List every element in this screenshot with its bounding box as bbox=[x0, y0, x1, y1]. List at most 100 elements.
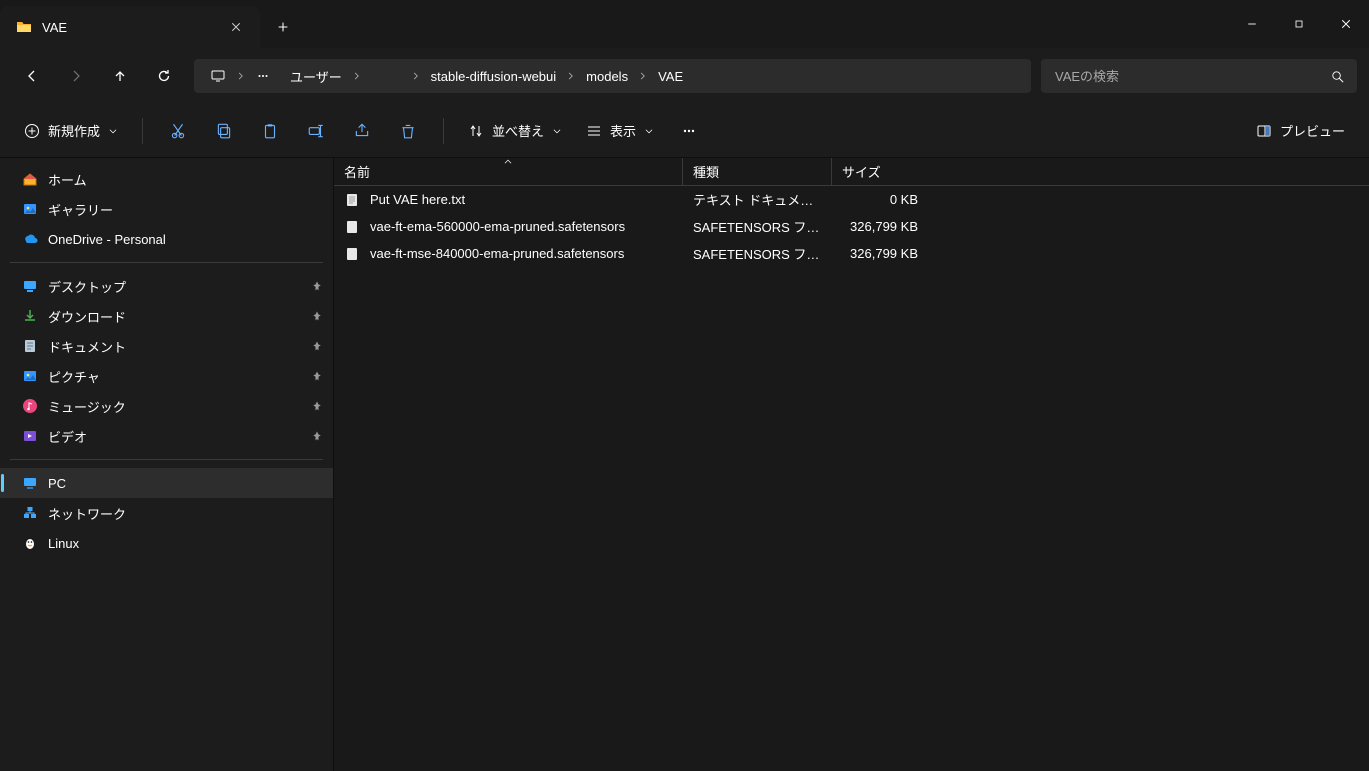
breadcrumb-label bbox=[372, 69, 401, 84]
file-type: SAFETENSORS ファ... bbox=[683, 244, 832, 263]
breadcrumb-segment[interactable]: VAE bbox=[648, 59, 693, 93]
view-label: 表示 bbox=[610, 121, 636, 140]
view-button[interactable]: 表示 bbox=[576, 112, 664, 150]
sidebar-item-home[interactable]: ホーム bbox=[0, 164, 333, 194]
toolbar: 新規作成 並べ替え 表示 プレビュー bbox=[0, 104, 1369, 158]
sidebar-item-gallery[interactable]: ピクチャ bbox=[0, 361, 333, 391]
preview-icon bbox=[1256, 123, 1272, 139]
cut-button[interactable] bbox=[157, 112, 199, 150]
paste-button[interactable] bbox=[249, 112, 291, 150]
column-header-name[interactable]: 名前 bbox=[334, 158, 683, 185]
cut-icon bbox=[169, 122, 187, 140]
pin-icon bbox=[311, 280, 323, 292]
back-icon bbox=[24, 68, 40, 84]
nav-row: ユーザー stable-diffusion-webui models VAE bbox=[0, 48, 1369, 104]
breadcrumb-segment[interactable]: ユーザー bbox=[280, 59, 352, 93]
refresh-button[interactable] bbox=[144, 56, 184, 96]
preview-button[interactable]: プレビュー bbox=[1246, 112, 1355, 150]
sidebar-item-network[interactable]: ネットワーク bbox=[0, 498, 333, 528]
file-list[interactable]: Put VAE here.txt テキスト ドキュメント 0 KBvae-ft-… bbox=[334, 186, 1369, 771]
breadcrumb-segment[interactable]: models bbox=[576, 59, 638, 93]
trash-icon bbox=[399, 122, 417, 140]
window-maximize-button[interactable] bbox=[1275, 0, 1322, 48]
txt-icon bbox=[344, 192, 360, 208]
file-row[interactable]: vae-ft-mse-840000-ema-pruned.safetensors… bbox=[334, 240, 1369, 267]
breadcrumb-label: models bbox=[586, 69, 628, 84]
breadcrumb-overflow[interactable] bbox=[246, 59, 280, 93]
sidebar-item-onedrive[interactable]: OneDrive - Personal bbox=[0, 224, 333, 254]
window-minimize-button[interactable] bbox=[1228, 0, 1275, 48]
new-tab-button[interactable] bbox=[260, 6, 306, 48]
sidebar-item-desktop[interactable]: デスクトップ bbox=[0, 271, 333, 301]
sidebar-item-label: ビデオ bbox=[48, 427, 87, 446]
sidebar-item-linux[interactable]: Linux bbox=[0, 528, 333, 558]
rename-button[interactable] bbox=[295, 112, 337, 150]
column-size-label: サイズ bbox=[842, 162, 881, 181]
chevron-right-icon bbox=[236, 71, 246, 81]
network-icon bbox=[22, 505, 38, 521]
video-icon bbox=[22, 428, 38, 444]
file-type: SAFETENSORS ファ... bbox=[683, 217, 832, 236]
titlebar: VAE bbox=[0, 0, 1369, 48]
preview-label: プレビュー bbox=[1280, 121, 1345, 140]
search-box[interactable] bbox=[1041, 59, 1357, 93]
tab-close-button[interactable] bbox=[226, 17, 246, 37]
home-icon bbox=[22, 171, 38, 187]
sort-icon bbox=[468, 123, 484, 139]
chevron-down-icon bbox=[108, 126, 118, 136]
breadcrumb-segment[interactable]: stable-diffusion-webui bbox=[421, 59, 567, 93]
breadcrumb-label: ユーザー bbox=[290, 67, 342, 86]
tab-current[interactable]: VAE bbox=[0, 6, 260, 48]
sidebar-item-music[interactable]: ミュージック bbox=[0, 391, 333, 421]
breadcrumb-segment[interactable] bbox=[362, 59, 411, 93]
sort-label: 並べ替え bbox=[492, 121, 544, 140]
back-button[interactable] bbox=[12, 56, 52, 96]
sidebar-item-video[interactable]: ビデオ bbox=[0, 421, 333, 451]
pin-icon bbox=[311, 430, 323, 442]
gallery-icon bbox=[22, 368, 38, 384]
column-header-type[interactable]: 種類 bbox=[683, 158, 832, 185]
paste-icon bbox=[261, 122, 279, 140]
breadcrumb-label: VAE bbox=[658, 69, 683, 84]
share-button[interactable] bbox=[341, 112, 383, 150]
gallery-icon bbox=[22, 201, 38, 217]
copy-button[interactable] bbox=[203, 112, 245, 150]
pin-icon bbox=[311, 400, 323, 412]
column-header-size[interactable]: サイズ bbox=[832, 158, 928, 185]
sidebar-item-label: ダウンロード bbox=[48, 307, 126, 326]
linux-icon bbox=[22, 535, 38, 551]
separator bbox=[443, 118, 444, 144]
file-row[interactable]: vae-ft-ema-560000-ema-pruned.safetensors… bbox=[334, 213, 1369, 240]
forward-button[interactable] bbox=[56, 56, 96, 96]
sort-button[interactable]: 並べ替え bbox=[458, 112, 572, 150]
dots-icon bbox=[681, 123, 697, 139]
up-button[interactable] bbox=[100, 56, 140, 96]
sidebar-item-label: ミュージック bbox=[48, 397, 126, 416]
breadcrumb-root[interactable] bbox=[200, 59, 236, 93]
sidebar-item-download[interactable]: ダウンロード bbox=[0, 301, 333, 331]
column-headers: 名前 種類 サイズ bbox=[334, 158, 1369, 186]
close-icon bbox=[1340, 18, 1352, 30]
file-type: テキスト ドキュメント bbox=[683, 190, 832, 209]
sidebar-item-document[interactable]: ドキュメント bbox=[0, 331, 333, 361]
new-button[interactable]: 新規作成 bbox=[14, 112, 128, 150]
search-icon bbox=[1330, 69, 1345, 84]
more-button[interactable] bbox=[668, 112, 710, 150]
search-input[interactable] bbox=[1053, 68, 1322, 85]
file-row[interactable]: Put VAE here.txt テキスト ドキュメント 0 KB bbox=[334, 186, 1369, 213]
window-close-button[interactable] bbox=[1322, 0, 1369, 48]
sidebar-item-label: ピクチャ bbox=[48, 367, 100, 386]
breadcrumb-bar[interactable]: ユーザー stable-diffusion-webui models VAE bbox=[194, 59, 1031, 93]
titlebar-drag-area[interactable] bbox=[306, 0, 1228, 48]
sidebar-item-pc[interactable]: PC bbox=[0, 468, 333, 498]
file-icon bbox=[344, 219, 360, 235]
file-pane: 名前 種類 サイズ Put VAE here.txt テキスト ドキュメント 0… bbox=[334, 158, 1369, 771]
sidebar-item-label: PC bbox=[48, 476, 66, 491]
sidebar-item-label: Linux bbox=[48, 536, 79, 551]
refresh-icon bbox=[156, 68, 172, 84]
breadcrumb-label: stable-diffusion-webui bbox=[431, 69, 557, 84]
chevron-right-icon bbox=[352, 71, 362, 81]
delete-button[interactable] bbox=[387, 112, 429, 150]
sidebar-item-label: ホーム bbox=[48, 170, 87, 189]
sidebar-item-gallery[interactable]: ギャラリー bbox=[0, 194, 333, 224]
